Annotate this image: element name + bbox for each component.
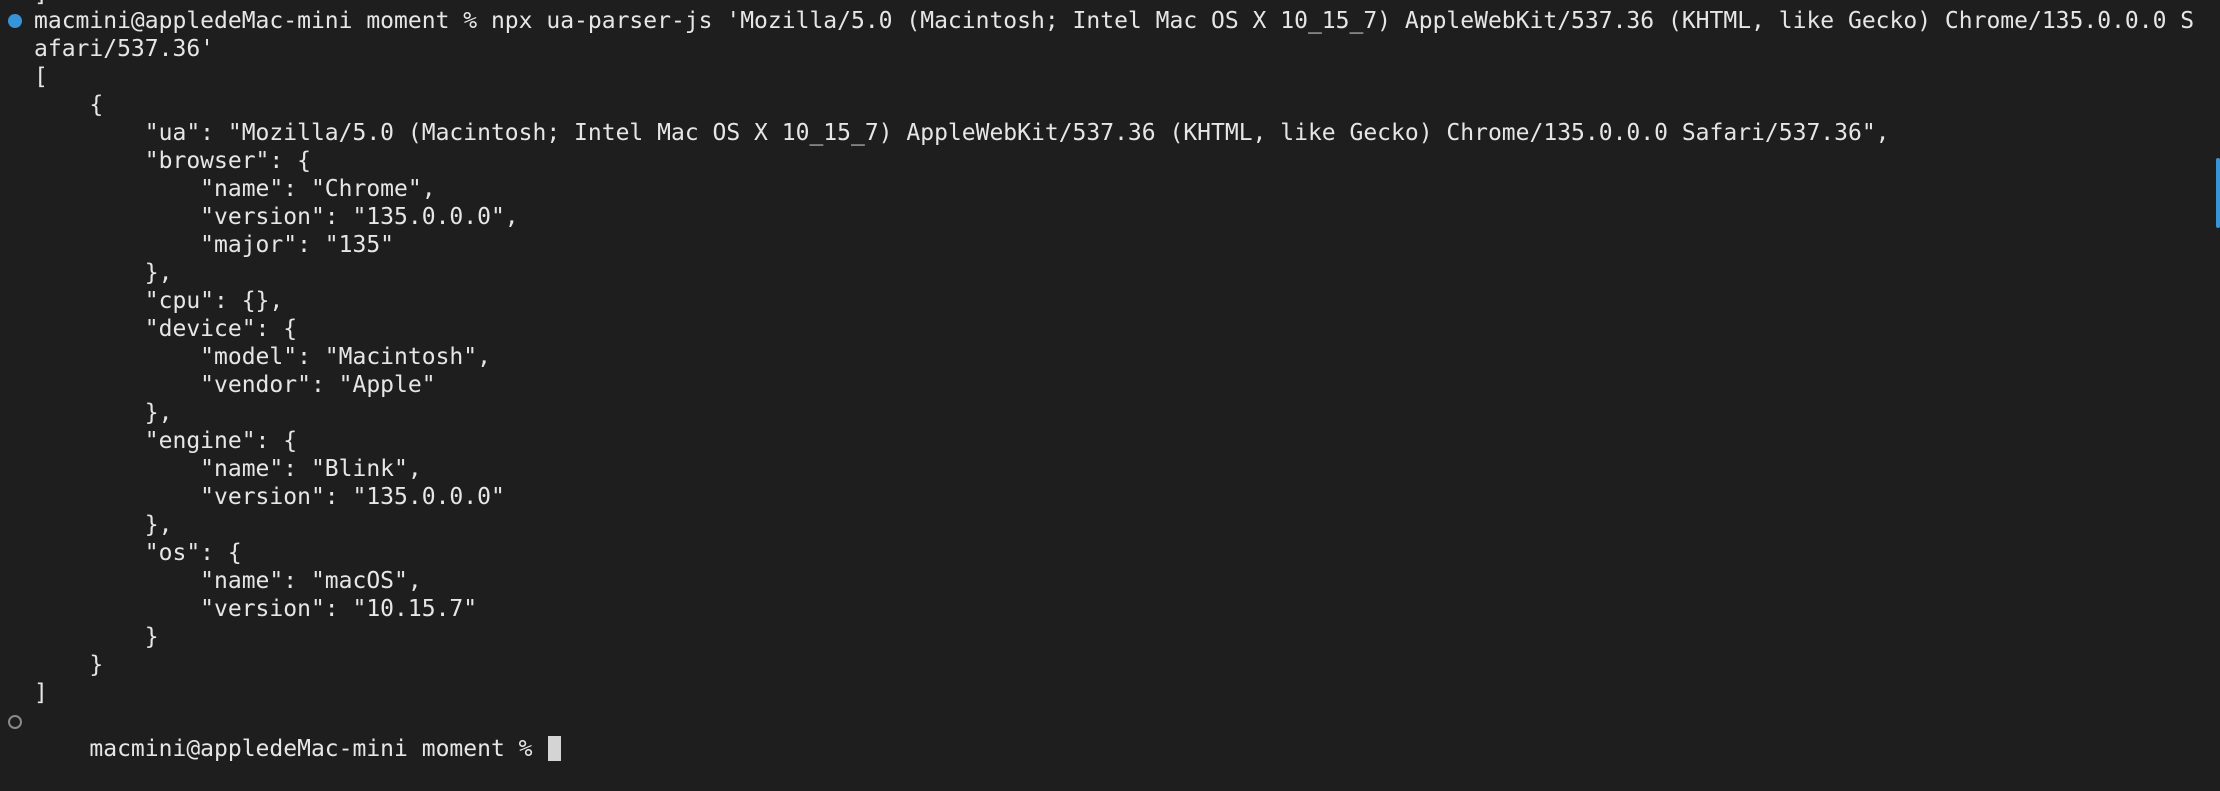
- prompt-idle-marker-icon[interactable]: [8, 715, 22, 729]
- output-line: "ua": "Mozilla/5.0 (Macintosh; Intel Mac…: [34, 120, 1890, 146]
- output-line: },: [34, 260, 173, 286]
- output-line: "name": "Chrome",: [34, 176, 436, 202]
- output-line: "browser": {: [34, 148, 311, 174]
- output-line: "version": "10.15.7": [34, 596, 478, 622]
- output-line: "model": "Macintosh",: [34, 344, 491, 370]
- output-line: },: [34, 512, 173, 538]
- output-line: "device": {: [34, 316, 298, 342]
- prompt-line[interactable]: macmini@appledeMac-mini moment %: [34, 707, 562, 762]
- output-line: "version": "135.0.0.0": [34, 484, 505, 510]
- output-line: ]: [34, 680, 48, 706]
- prompt-text: macmini@appledeMac-mini moment %: [89, 736, 547, 762]
- output-line: },: [34, 400, 173, 426]
- output-line: "os": {: [34, 540, 242, 566]
- terminal-panel[interactable]: ] macmini@appledeMac-mini moment % npx u…: [0, 0, 2220, 762]
- output-line: "engine": {: [34, 428, 298, 454]
- command-success-marker-icon[interactable]: [8, 14, 22, 28]
- output-line: "name": "macOS",: [34, 568, 422, 594]
- output-line: }: [34, 652, 104, 678]
- output-line: {: [34, 92, 104, 118]
- output-line: "version": "135.0.0.0",: [34, 204, 519, 230]
- output-line: }: [34, 624, 159, 650]
- output-line: "name": "Blink",: [34, 456, 422, 482]
- output-line: "cpu": {},: [34, 288, 284, 314]
- command-line-wrap: afari/537.36': [34, 36, 215, 62]
- output-line: [: [34, 64, 48, 90]
- output-line: "vendor": "Apple": [34, 372, 436, 398]
- text-cursor: [548, 736, 562, 761]
- command-line: macmini@appledeMac-mini moment % npx ua-…: [34, 8, 2195, 34]
- output-line: "major": "135": [34, 232, 395, 258]
- scrollbar-marker[interactable]: [2216, 158, 2220, 228]
